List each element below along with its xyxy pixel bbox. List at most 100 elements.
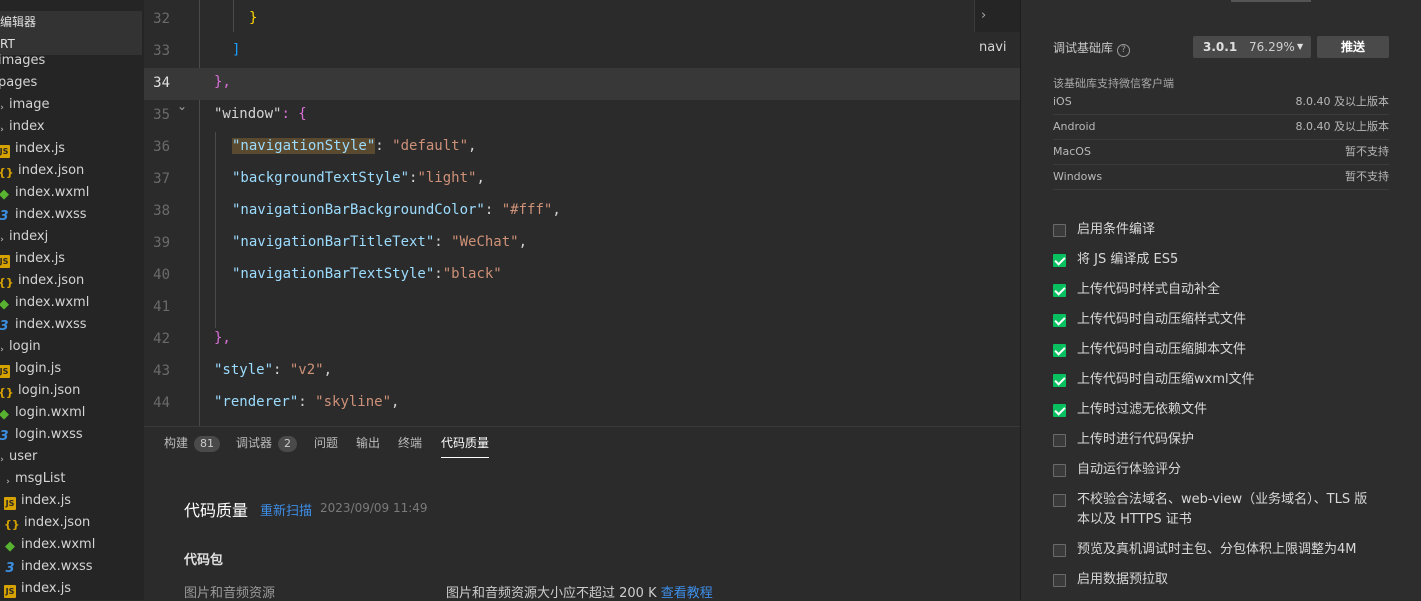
tree-item-label: login.json [18, 383, 81, 398]
tree-file[interactable]: {} index.json [4, 512, 90, 534]
code-quality-title: 代码质量 [184, 501, 249, 520]
tab-code-quality[interactable]: 代码质量 [441, 435, 490, 458]
tree-item-label: index.wxml [21, 537, 96, 552]
tree-folder[interactable]: › index [0, 116, 45, 138]
json-key: "navigationBarBackgroundColor" [232, 202, 485, 218]
tree-item-label: index.wxss [21, 559, 93, 574]
quality-item-desc: 图片和音频资源大小应不超过 200 K 查看教程 [446, 582, 713, 601]
help-icon[interactable]: ? [1117, 44, 1131, 57]
section-title: 代码包 [184, 553, 224, 568]
support-note: 该基础库支持微信客户端 [1053, 77, 1174, 90]
setting-option-label: 将 JS 编译成 ES5 [1077, 252, 1179, 267]
code-line-36: "navigationStyle": "default", [232, 138, 477, 154]
tree-item-label: login.wxss [15, 427, 83, 442]
tree-file[interactable]: ◆ login.wxml [0, 402, 85, 424]
tree-item-label: index.wxml [15, 295, 90, 310]
tree-folder[interactable]: › login [0, 336, 41, 358]
tutorial-link[interactable]: 查看教程 [661, 586, 713, 601]
line-number: 36 [153, 139, 170, 155]
count-badge: 2 [278, 436, 298, 452]
wxss-file-icon: 3 [0, 209, 9, 224]
json-value: "skyline" [315, 394, 392, 410]
tree-file[interactable]: ◆ index.wxml [0, 182, 89, 204]
checkbox-checked[interactable] [1053, 374, 1066, 387]
tree-file[interactable]: JS login.js [0, 358, 61, 380]
setting-option-label: 上传时进行代码保护 [1077, 432, 1195, 447]
checkbox[interactable] [1053, 224, 1066, 237]
tab-debugger[interactable]: 调试器 2 [236, 435, 298, 457]
caret-down-icon: ▼ [1297, 42, 1304, 51]
tree-folder[interactable]: images [0, 50, 45, 72]
line-number: 35 [153, 107, 170, 123]
tree-file[interactable]: {} index.json [0, 270, 84, 292]
tree-file[interactable]: 3 index.wxss [4, 556, 93, 578]
checkbox[interactable] [1053, 464, 1066, 477]
tree-file[interactable]: {} login.json [0, 380, 80, 402]
checkbox-checked[interactable] [1053, 404, 1066, 417]
tree-file[interactable]: 3 index.wxss [0, 204, 87, 226]
code-editor[interactable]: 32 33 34 35 36 37 38 39 40 41 42 43 44 ⌄… [144, 0, 1020, 426]
push-button[interactable]: 推送 [1317, 36, 1389, 58]
checkbox-checked[interactable] [1053, 344, 1066, 357]
tree-item-label: images [0, 53, 46, 68]
line-number: 39 [153, 235, 170, 251]
tab-problems[interactable]: 问题 [314, 435, 338, 457]
fold-chevron-icon[interactable]: ⌄ [177, 99, 187, 113]
checkbox[interactable] [1053, 434, 1066, 447]
tree-file[interactable]: ◆ index.wxml [0, 292, 89, 314]
setting-option-label-cont: 本以及 HTTPS 证书 [1077, 512, 1192, 527]
checkbox[interactable] [1053, 544, 1066, 557]
tab-terminal[interactable]: 终端 [398, 435, 422, 457]
tab-label: 代码质量 [441, 436, 490, 450]
quality-item-text: 图片和音频资源大小应不超过 200 K [446, 586, 657, 601]
json-value: "default" [392, 138, 469, 154]
code-line-34: }, [214, 74, 231, 90]
tree-file[interactable]: JS index.js [4, 490, 71, 512]
js-file-icon: JS [0, 255, 10, 268]
checkbox[interactable] [1053, 494, 1066, 507]
tree-item-label: login [9, 339, 41, 354]
breadcrumb-fragment: navi [979, 40, 1007, 55]
code-line-42: }, [214, 330, 231, 346]
base-lib-version-select[interactable]: 3.0.1 76.29% ▼ [1193, 36, 1311, 58]
tab-build[interactable]: 构建 81 [164, 435, 221, 457]
tree-file[interactable]: JS index.js [4, 578, 71, 600]
code-line-39: "navigationBarTitleText": "WeChat", [232, 234, 528, 250]
tree-item-label: index [9, 119, 45, 134]
bottom-panel: 构建 81 调试器 2 问题 输出 终端 代码质量 代码质量 重新扫描 2023/0… [144, 426, 1020, 601]
code-line-33: ] [232, 42, 241, 58]
tab-label: 调试器 [236, 436, 273, 450]
tree-file[interactable]: 3 index.wxss [0, 314, 87, 336]
tree-folder[interactable]: › msgList [4, 468, 65, 490]
chevron-right-icon: › [981, 8, 987, 23]
tree-file[interactable]: 3 login.wxss [0, 424, 83, 446]
checkbox-checked[interactable] [1053, 314, 1066, 327]
tree-item-label: indexj [9, 229, 49, 244]
setting-option-label: 上传代码时自动压缩样式文件 [1077, 312, 1247, 327]
checkbox-checked[interactable] [1053, 284, 1066, 297]
setting-option-label: 上传代码时样式自动补全 [1077, 282, 1221, 297]
tree-item-label: msgList [15, 471, 66, 486]
platform-name: MacOS [1053, 145, 1091, 158]
js-file-icon: JS [0, 365, 10, 378]
checkbox-checked[interactable] [1053, 254, 1066, 267]
platform-name: Android [1053, 120, 1096, 133]
platform-name: Windows [1053, 170, 1103, 183]
explorer-header-editor[interactable]: 编辑器 [0, 11, 142, 33]
rescan-link[interactable]: 重新扫描 [260, 500, 312, 519]
tree-file[interactable]: JS index.js [0, 248, 65, 270]
tree-folder[interactable]: › indexj [0, 226, 48, 248]
tree-file[interactable]: ◆ index.wxml [4, 534, 95, 556]
tree-folder[interactable]: › image [0, 94, 49, 116]
line-number: 42 [153, 331, 170, 347]
line-number: 38 [153, 203, 170, 219]
checkbox[interactable] [1053, 574, 1066, 587]
tree-file[interactable]: JS index.js [0, 138, 65, 160]
tab-output[interactable]: 输出 [356, 435, 380, 457]
tree-folder[interactable]: pages [0, 72, 37, 94]
tree-file[interactable]: {} index.json [0, 160, 84, 182]
base-lib-text: 调试基础库 [1053, 41, 1114, 55]
wxml-file-icon: ◆ [5, 539, 15, 554]
breadcrumb-popup[interactable]: › navi [974, 0, 1020, 55]
tree-folder[interactable]: › user [0, 446, 37, 468]
